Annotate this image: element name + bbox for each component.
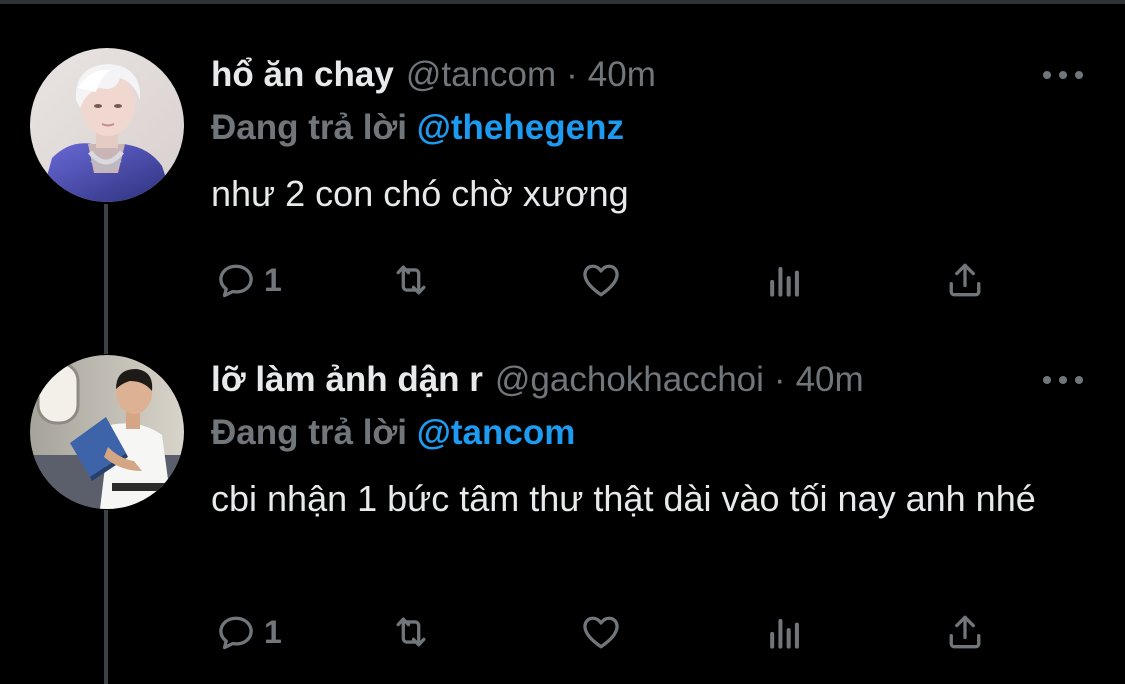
tweet-text: cbi nhận 1 bức tâm thư thật dài vào tối … [211,478,1036,519]
retweet-button[interactable] [389,607,433,657]
replying-to-label: Đang trả lời [211,413,408,452]
replying-to: Đang trả lời @tancom [211,413,575,453]
tweet-header: hổ ăn chay @tancom · 40m [211,50,995,100]
display-name[interactable]: lỡ làm ảnh dận r [211,360,483,400]
tweet[interactable]: hổ ăn chay @tancom · 40m Đang trả lời @t… [0,0,1125,340]
timestamp[interactable]: 40m [588,55,656,95]
retweet-icon [396,617,426,647]
user-handle[interactable]: @tancom [406,55,556,95]
bar-chart-icon [770,618,799,649]
share-button[interactable] [943,255,987,305]
tweet-text: như 2 con chó chờ xương [211,173,629,214]
tweet-header: lỡ làm ảnh dận r @gachokhacchoi · 40m [211,355,995,405]
retweet-button[interactable] [389,255,433,305]
reply-button[interactable]: 1 [214,255,282,305]
reply-icon [219,264,253,298]
retweet-icon [396,265,426,295]
like-button[interactable] [579,607,623,657]
display-name[interactable]: hổ ăn chay [211,55,394,95]
replying-to: Đang trả lời @thehegenz [211,108,624,148]
tweet-actions: 1 [211,607,1011,657]
avatar-white-hair-person-icon [30,48,184,202]
heart-icon [583,264,619,297]
mention-link[interactable]: @thehegenz [417,108,624,147]
share-button[interactable] [943,607,987,657]
more-options-icon[interactable] [1043,60,1083,90]
reply-count: 1 [264,613,282,650]
share-icon [949,615,981,649]
avatar[interactable] [30,48,184,202]
analytics-button[interactable] [763,607,807,657]
separator-dot: · [773,360,786,399]
tweet-actions: 1 [211,255,1011,305]
reply-icon [219,616,253,650]
user-handle[interactable]: @gachokhacchoi [495,360,764,400]
bar-chart-icon [770,266,799,297]
analytics-button[interactable] [763,255,807,305]
timestamp[interactable]: 40m [796,360,864,400]
like-button[interactable] [579,255,623,305]
avatar[interactable] [30,355,184,509]
reply-button[interactable]: 1 [214,607,282,657]
share-icon [949,263,981,297]
reply-count: 1 [264,261,282,298]
mention-link[interactable]: @tancom [417,413,576,452]
replying-to-label: Đang trả lời [211,108,408,147]
more-options-icon[interactable] [1043,365,1083,395]
avatar-person-reading-icon [30,355,184,509]
heart-icon [583,616,619,649]
separator-dot: · [566,55,578,94]
tweet[interactable]: lỡ làm ảnh dận r @gachokhacchoi · 40m Đa… [0,345,1125,684]
